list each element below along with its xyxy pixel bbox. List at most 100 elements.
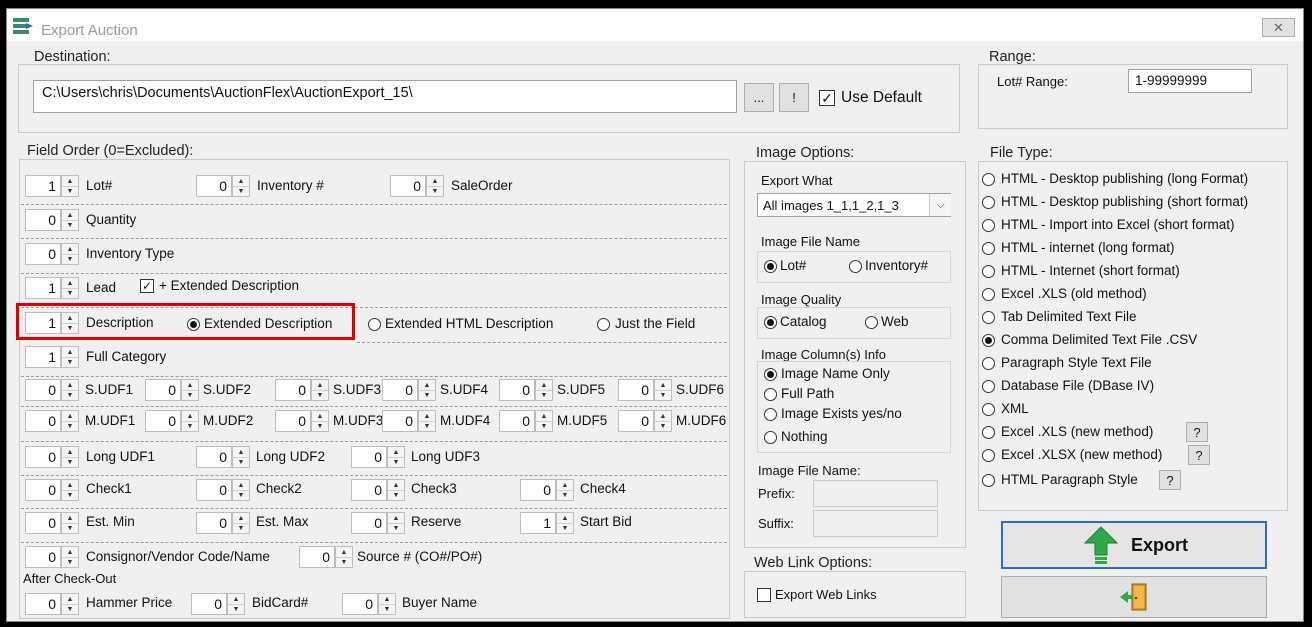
down-arrow-icon[interactable]: ▼ <box>62 390 78 400</box>
destination-path-input[interactable]: C:\Users\chris\Documents\AuctionFlex\Auc… <box>33 80 737 113</box>
chevron-down-icon[interactable]: ⌵ <box>929 194 951 216</box>
file-type-radio[interactable] <box>982 288 995 301</box>
down-arrow-icon[interactable]: ▼ <box>62 457 78 467</box>
browse-button[interactable]: ... <box>744 83 774 112</box>
down-arrow-icon[interactable]: ▼ <box>228 604 244 614</box>
down-arrow-icon[interactable]: ▼ <box>536 390 552 400</box>
down-arrow-icon[interactable]: ▼ <box>536 421 552 431</box>
long-udf1-label: Long UDF1 <box>86 449 156 464</box>
help-button[interactable]: ? <box>1188 445 1210 465</box>
long-udf2-label: Long UDF2 <box>256 449 326 464</box>
down-arrow-icon[interactable]: ▼ <box>419 421 435 431</box>
file-type-option-label: HTML - Internet (short format) <box>1001 263 1180 278</box>
down-arrow-icon[interactable]: ▼ <box>233 523 249 533</box>
help-button[interactable]: ? <box>1159 470 1181 490</box>
down-arrow-icon[interactable]: ▼ <box>388 457 404 467</box>
exit-button[interactable] <box>1001 576 1267 618</box>
down-arrow-icon[interactable]: ▼ <box>419 390 435 400</box>
down-arrow-icon[interactable]: ▼ <box>62 220 78 230</box>
m-udf5-label: M.UDF5 <box>557 413 608 428</box>
file-type-radio[interactable] <box>982 219 995 232</box>
s-udf5-label: S.UDF5 <box>557 382 606 397</box>
down-arrow-icon[interactable]: ▼ <box>388 523 404 533</box>
file-type-radio[interactable] <box>982 265 995 278</box>
prefix-input[interactable] <box>813 480 938 507</box>
file-type-radio[interactable] <box>982 357 995 370</box>
export-web-links-checkbox[interactable] <box>757 588 771 602</box>
consignor-value: 0 <box>25 546 61 568</box>
down-arrow-icon[interactable]: ▼ <box>233 186 249 196</box>
file-type-radio[interactable] <box>982 426 995 439</box>
use-default-checkbox[interactable]: ✓ <box>819 90 835 106</box>
row-divider <box>21 542 727 543</box>
file-type-radio[interactable] <box>982 196 995 209</box>
web-link-options-label: Web Link Options: <box>754 555 873 571</box>
m-udf1-label: M.UDF1 <box>85 413 136 428</box>
column-radio-exists[interactable] <box>764 408 777 421</box>
export-button[interactable]: Export <box>1001 521 1267 569</box>
column-radio-full-path[interactable] <box>764 388 777 401</box>
exit-door-icon <box>1120 583 1147 611</box>
long-udf2-value: 0 <box>196 446 232 468</box>
lead-extended-checkbox[interactable]: ✓ <box>140 279 154 293</box>
down-arrow-icon[interactable]: ▼ <box>233 457 249 467</box>
row-divider <box>21 273 727 274</box>
down-arrow-icon[interactable]: ▼ <box>312 390 328 400</box>
down-arrow-icon[interactable]: ▼ <box>62 357 78 367</box>
hammer-price-label: Hammer Price <box>86 595 173 610</box>
row-divider <box>21 406 727 407</box>
down-arrow-icon[interactable]: ▼ <box>62 288 78 298</box>
file-type-radio[interactable] <box>982 403 995 416</box>
use-default-label: Use Default <box>841 89 922 106</box>
column-radio-nothing[interactable] <box>764 431 777 444</box>
file-type-radio[interactable] <box>982 311 995 324</box>
down-arrow-icon[interactable]: ▼ <box>655 421 671 431</box>
file-type-radio[interactable] <box>982 242 995 255</box>
file-name-option-lot: Lot# <box>780 258 807 273</box>
down-arrow-icon[interactable]: ▼ <box>182 390 198 400</box>
file-type-radio[interactable] <box>982 380 995 393</box>
long-udf3-value: 0 <box>351 446 387 468</box>
down-arrow-icon[interactable]: ▼ <box>427 186 443 196</box>
s-udf1-value: 0 <box>25 379 61 401</box>
buyer-name-value: 0 <box>342 593 378 615</box>
export-what-select[interactable]: All images 1_1,1_2,1_3 <box>757 193 951 217</box>
down-arrow-icon[interactable]: ▼ <box>62 254 78 264</box>
lot-range-input[interactable]: 1-99999999 <box>1128 69 1252 93</box>
close-button[interactable]: ✕ <box>1262 18 1295 37</box>
suffix-input[interactable] <box>813 510 938 537</box>
file-name-radio-inventory[interactable] <box>849 260 862 273</box>
lead-label: Lead <box>86 280 117 295</box>
check4-label: Check4 <box>580 481 626 496</box>
down-arrow-icon[interactable]: ▼ <box>557 523 573 533</box>
down-arrow-icon[interactable]: ▼ <box>379 604 395 614</box>
down-arrow-icon[interactable]: ▼ <box>62 323 78 333</box>
info-button[interactable]: ! <box>779 83 809 112</box>
down-arrow-icon[interactable]: ▼ <box>233 490 249 500</box>
help-button[interactable]: ? <box>1186 422 1208 442</box>
file-type-radio[interactable] <box>982 474 995 487</box>
down-arrow-icon[interactable]: ▼ <box>62 186 78 196</box>
down-arrow-icon[interactable]: ▼ <box>312 421 328 431</box>
down-arrow-icon[interactable]: ▼ <box>62 421 78 431</box>
down-arrow-icon[interactable]: ▼ <box>62 490 78 500</box>
down-arrow-icon[interactable]: ▼ <box>655 390 671 400</box>
down-arrow-icon[interactable]: ▼ <box>62 557 78 567</box>
desc-radio-just-field[interactable] <box>597 318 610 331</box>
file-name-radio-lot[interactable] <box>764 260 777 273</box>
down-arrow-icon[interactable]: ▼ <box>388 490 404 500</box>
down-arrow-icon[interactable]: ▼ <box>62 523 78 533</box>
down-arrow-icon[interactable]: ▼ <box>336 557 352 567</box>
down-arrow-icon[interactable]: ▼ <box>62 604 78 614</box>
down-arrow-icon[interactable]: ▼ <box>182 421 198 431</box>
desc-radio-extended-html[interactable] <box>368 318 381 331</box>
down-arrow-icon[interactable]: ▼ <box>557 490 573 500</box>
desc-radio-extended[interactable] <box>187 318 200 331</box>
column-radio-name-only[interactable] <box>764 368 777 381</box>
quality-radio-catalog[interactable] <box>764 316 777 329</box>
file-type-radio[interactable] <box>982 449 995 462</box>
lot-range-label: Lot# Range: <box>997 74 1068 89</box>
file-type-radio[interactable] <box>982 173 995 186</box>
quality-radio-web[interactable] <box>865 316 878 329</box>
file-type-radio[interactable] <box>982 334 995 347</box>
